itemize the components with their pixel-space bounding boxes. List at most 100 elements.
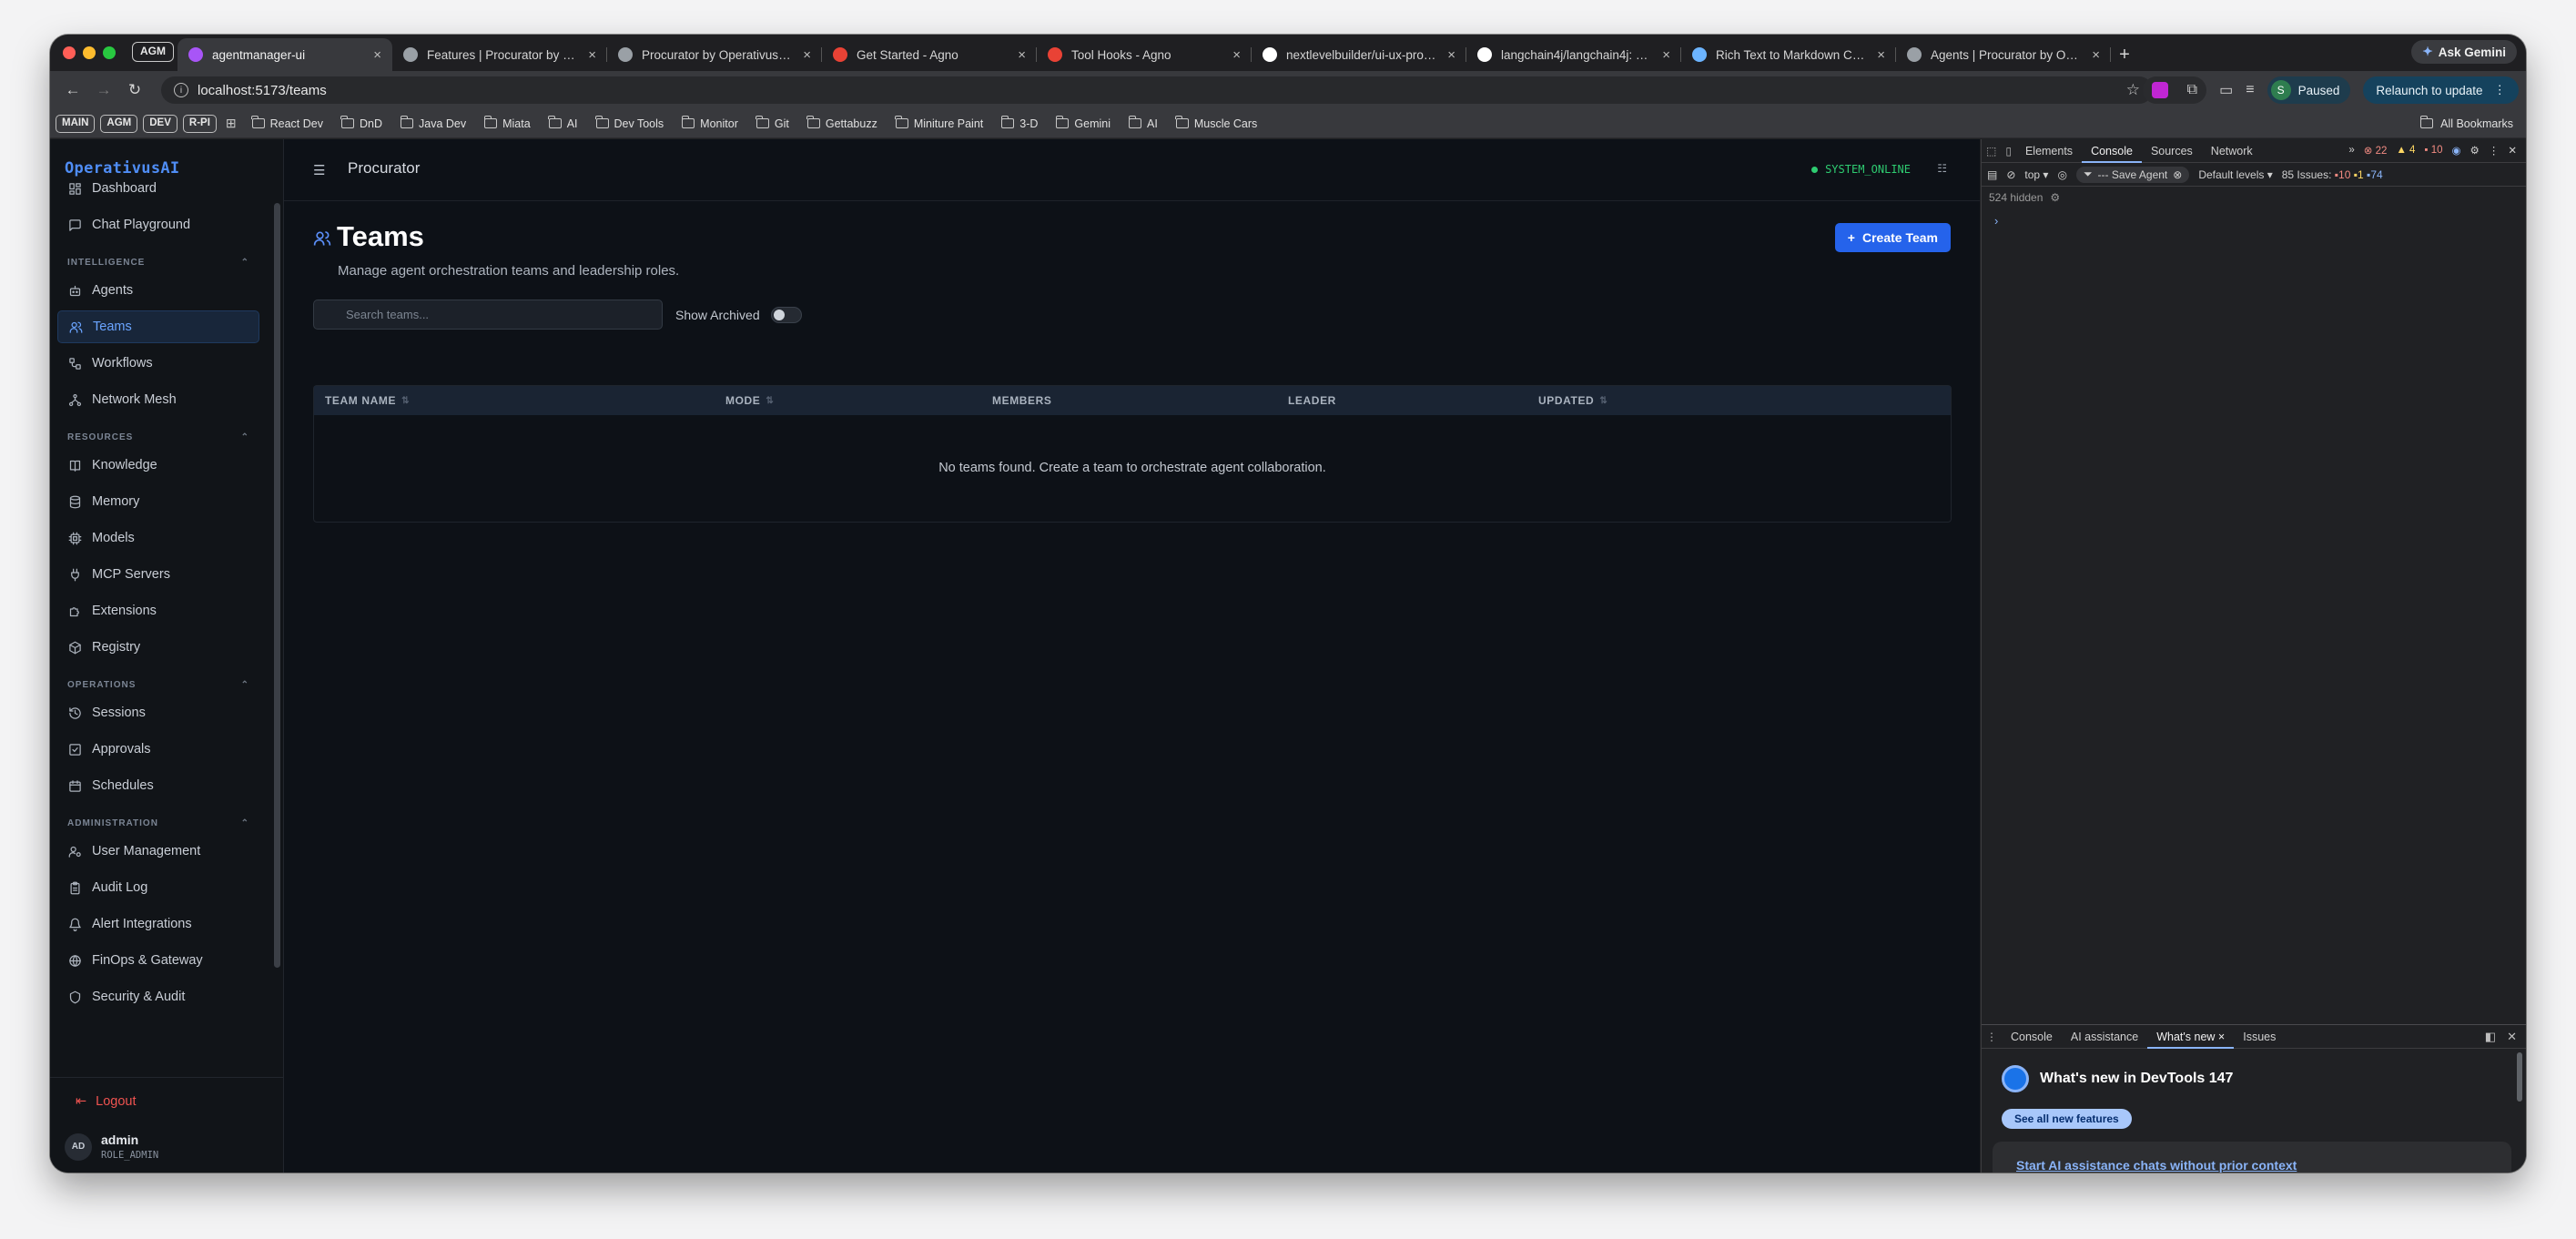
bookmark-chip[interactable]: DEV bbox=[143, 114, 177, 133]
kebab-icon[interactable]: ⋮ bbox=[2489, 144, 2500, 157]
devtools-tab[interactable]: Elements bbox=[2016, 139, 2082, 163]
close-tab-icon[interactable]: × bbox=[803, 47, 811, 63]
levels-select[interactable]: Default levels ▾ bbox=[2198, 168, 2272, 181]
column-header[interactable]: TEAM NAME ⇅ bbox=[325, 394, 410, 407]
all-bookmarks[interactable]: All Bookmarks bbox=[2419, 116, 2513, 130]
bookmark-folder[interactable]: Monitor bbox=[675, 116, 745, 130]
feature-card-link[interactable]: Start AI assistance chats without prior … bbox=[2016, 1158, 2297, 1173]
close-tab-icon[interactable]: × bbox=[2092, 47, 2100, 63]
sidebar-item-alert-integrations[interactable]: Alert Integrations bbox=[57, 908, 259, 940]
close-tab-icon[interactable]: × bbox=[373, 47, 381, 63]
logout-button[interactable]: ⇤ Logout bbox=[76, 1094, 137, 1109]
sidebar-section-title[interactable]: ADMINISTRATION ⌃ bbox=[67, 818, 249, 828]
sidebar-item-teams[interactable]: Teams bbox=[57, 310, 259, 343]
bookmark-folder[interactable]: Gemini bbox=[1050, 116, 1117, 130]
see-all-features-button[interactable]: See all new features bbox=[2002, 1109, 2132, 1129]
drawer-scrollbar[interactable] bbox=[2517, 1052, 2522, 1102]
back-arrow-icon[interactable]: ← bbox=[57, 81, 88, 99]
bookmark-chip[interactable]: MAIN bbox=[56, 114, 96, 133]
issues-summary[interactable]: 85 Issues: ▪10 ▪1 ▪74 bbox=[2282, 168, 2383, 181]
bookmark-folder[interactable]: Git bbox=[750, 116, 796, 130]
cast-icon[interactable]: ▭ bbox=[2219, 81, 2233, 99]
browser-tab[interactable]: Tool Hooks - Agno × bbox=[1037, 38, 1252, 71]
browser-tab[interactable]: Procurator by OperativusAI | Enterprise × bbox=[607, 38, 822, 71]
sidebar-item-finops-gateway[interactable]: FinOps & Gateway bbox=[57, 944, 259, 977]
drawer-menu-icon[interactable]: ⋮ bbox=[1982, 1031, 2002, 1043]
sidebar-item-workflows[interactable]: Workflows bbox=[57, 347, 259, 380]
show-archived-toggle[interactable] bbox=[770, 307, 802, 323]
sidebar-item-models[interactable]: Models bbox=[57, 522, 259, 554]
bookmark-star-icon[interactable]: ☆ bbox=[2126, 81, 2140, 99]
forward-arrow-icon[interactable]: → bbox=[88, 81, 119, 99]
inspect-icon[interactable]: ⬚ bbox=[1982, 145, 2001, 157]
browser-tab[interactable]: agentmanager-ui × bbox=[177, 38, 392, 71]
sidebar-item-audit-log[interactable]: Audit Log bbox=[57, 871, 259, 904]
bookmark-chip[interactable]: AGM bbox=[100, 114, 138, 133]
close-drawer-icon[interactable]: ✕ bbox=[2507, 1030, 2517, 1044]
create-team-button[interactable]: + Create Team bbox=[1834, 223, 1951, 252]
bookmark-folder[interactable]: DnD bbox=[335, 116, 389, 130]
address-bar[interactable]: i localhost:5173/teams ☆ bbox=[161, 76, 2153, 104]
minimize-window-button[interactable] bbox=[83, 46, 96, 59]
close-tab-icon[interactable]: × bbox=[2218, 1031, 2225, 1043]
user-profile[interactable]: AD admin ROLE_ADMIN bbox=[65, 1132, 158, 1161]
devtools-badges[interactable]: » ⊗ 22 ▲ 4 ▪ 10 ◉ ⚙ ⋮ ✕ bbox=[2348, 144, 2517, 157]
sidebar-item-registry[interactable]: Registry bbox=[57, 631, 259, 664]
browser-tab[interactable]: langchain4j/langchain4j: Langchain × bbox=[1466, 38, 1681, 71]
bookmark-folder[interactable]: Miata bbox=[478, 116, 537, 130]
bookmark-folder[interactable]: Miniture Paint bbox=[889, 116, 989, 130]
console-settings-icon[interactable]: ⚙ bbox=[2050, 191, 2060, 204]
more-tabs-icon[interactable]: » bbox=[2348, 145, 2354, 156]
drawer-tab[interactable]: AI assistance bbox=[2062, 1025, 2147, 1049]
drawer-tab[interactable]: What's new × bbox=[2147, 1025, 2235, 1049]
drawer-tab[interactable]: Issues bbox=[2234, 1025, 2285, 1049]
drawer-tab[interactable]: Console bbox=[2002, 1025, 2062, 1049]
sidebar-item-dashboard[interactable]: Dashboard bbox=[57, 172, 259, 205]
extension-icon[interactable] bbox=[2152, 82, 2169, 98]
console-prompt[interactable]: › bbox=[1994, 214, 1998, 228]
puzzle-icon[interactable]: ⧉ bbox=[2187, 82, 2197, 98]
profile-button[interactable]: S Paused bbox=[2267, 76, 2351, 104]
bookmark-folder[interactable]: React Dev bbox=[246, 116, 330, 130]
devtools-tab[interactable]: Sources bbox=[2142, 139, 2202, 163]
clear-console-icon[interactable]: ⊘ bbox=[2006, 168, 2015, 181]
sidebar-item-sessions[interactable]: Sessions bbox=[57, 696, 259, 729]
reading-list-icon[interactable]: ≡ bbox=[2246, 82, 2254, 98]
column-header[interactable]: UPDATED ⇅ bbox=[1538, 394, 1607, 407]
sidebar-item-memory[interactable]: Memory bbox=[57, 485, 259, 518]
bookmark-folder[interactable]: Java Dev bbox=[394, 116, 472, 130]
close-tab-icon[interactable]: × bbox=[1877, 47, 1885, 63]
bookmark-folder[interactable]: AI bbox=[1122, 116, 1164, 130]
warning-count[interactable]: ▲ 4 bbox=[2396, 145, 2415, 156]
settings-icon[interactable]: ⚙ bbox=[2470, 144, 2480, 157]
sidebar-section-title[interactable]: INTELLIGENCE ⌃ bbox=[67, 258, 249, 268]
context-select[interactable]: top ▾ bbox=[2024, 168, 2048, 181]
close-tab-icon[interactable]: × bbox=[1018, 47, 1026, 63]
browser-tab[interactable]: Get Started - Agno × bbox=[822, 38, 1037, 71]
sidebar-item-schedules[interactable]: Schedules bbox=[57, 769, 259, 802]
bookmark-folder[interactable]: 3-D bbox=[995, 116, 1044, 130]
sidebar-toggle-icon[interactable]: ▤ bbox=[1987, 168, 1997, 181]
sidebar-section-title[interactable]: RESOURCES ⌃ bbox=[67, 432, 249, 442]
zoom-window-button[interactable] bbox=[103, 46, 116, 59]
relaunch-button[interactable]: Relaunch to update ⋮ bbox=[2363, 76, 2519, 104]
sidebar-item-agents[interactable]: Agents bbox=[57, 274, 259, 307]
sidebar-section-title[interactable]: OPERATIONS ⌃ bbox=[67, 680, 249, 690]
sidebar-item-approvals[interactable]: Approvals bbox=[57, 733, 259, 766]
filter-chip[interactable]: ⏷ --- Save Agent ⊗ bbox=[2075, 166, 2190, 183]
menu-icon[interactable]: ☰ bbox=[313, 162, 325, 178]
sidebar-item-network-mesh[interactable]: Network Mesh bbox=[57, 383, 259, 416]
site-info-icon[interactable]: i bbox=[174, 83, 188, 97]
close-window-button[interactable] bbox=[63, 46, 76, 59]
panel-toggle-icon[interactable]: ☷ bbox=[1937, 162, 1947, 175]
dock-icon[interactable]: ◧ bbox=[2485, 1030, 2496, 1044]
close-devtools-icon[interactable]: ✕ bbox=[2508, 144, 2517, 157]
bookmark-chip[interactable]: R-PI bbox=[182, 114, 217, 133]
column-header[interactable]: MODE ⇅ bbox=[725, 394, 774, 407]
sidebar-item-security-audit[interactable]: Security & Audit bbox=[57, 980, 259, 1013]
sidebar-scrollbar[interactable] bbox=[274, 203, 280, 968]
info-count[interactable]: ▪ 10 bbox=[2424, 145, 2442, 156]
bookmark-folder[interactable]: Dev Tools bbox=[590, 116, 671, 130]
devtools-tab[interactable]: Console bbox=[2082, 139, 2142, 163]
apps-grid-icon[interactable]: ⊞ bbox=[222, 116, 240, 131]
